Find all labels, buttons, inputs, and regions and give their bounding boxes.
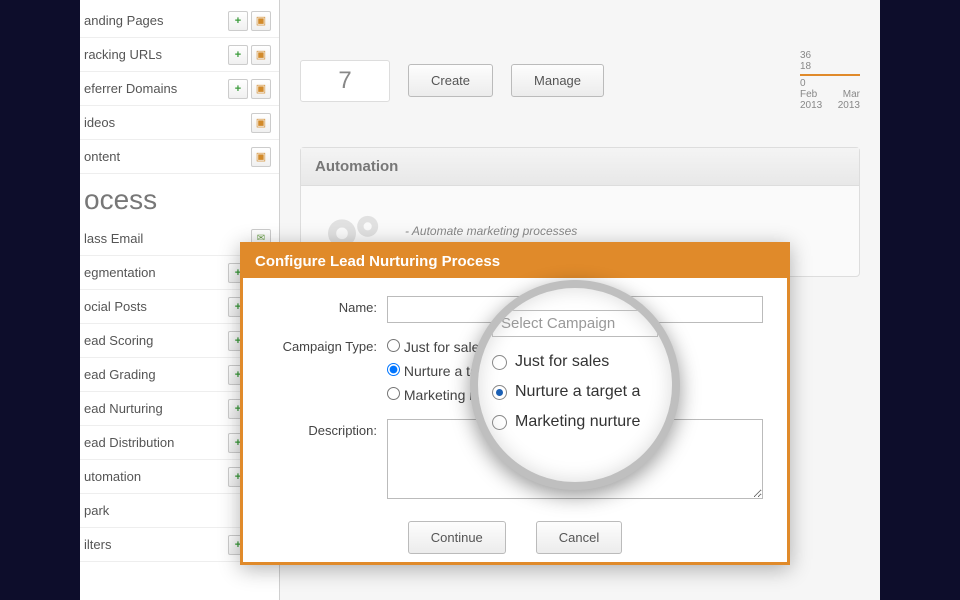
- radio-icon: [492, 355, 507, 370]
- magnifier-overlay: Select Campaign Just for sales Nurture a…: [470, 280, 680, 490]
- radio-label: Marketing nurture: [515, 413, 640, 431]
- campaign-select[interactable]: Select Campaign: [492, 310, 658, 337]
- sidebar-label: utomation: [84, 469, 228, 484]
- radio-icon: [492, 415, 507, 430]
- sidebar-label: eferrer Domains: [84, 81, 228, 96]
- description-label: Description:: [267, 419, 387, 438]
- mini-chart: 36 18 0 Feb Mar 2013 2013: [800, 50, 860, 111]
- radio-label: Just for sales: [515, 353, 609, 371]
- sidebar-label: ead Nurturing: [84, 401, 228, 416]
- sidebar-item-videos[interactable]: ideos ▣: [80, 106, 279, 140]
- cancel-button[interactable]: Cancel: [536, 521, 622, 554]
- sidebar-label: ilters: [84, 537, 228, 552]
- sidebar-label: ocial Posts: [84, 299, 228, 314]
- x-tick: Feb: [800, 89, 817, 100]
- sidebar-item-content[interactable]: ontent ▣: [80, 140, 279, 174]
- x-tick: Mar: [843, 89, 860, 100]
- sidebar-label: ead Distribution: [84, 435, 228, 450]
- sidebar-item-landing-pages[interactable]: anding Pages + ▣: [80, 4, 279, 38]
- sidebar-label: lass Email: [84, 231, 251, 246]
- panel-title: Automation: [301, 148, 859, 186]
- add-icon[interactable]: +: [228, 11, 248, 31]
- add-icon[interactable]: +: [228, 79, 248, 99]
- create-button[interactable]: Create: [408, 64, 493, 97]
- radio-marketing-nurture[interactable]: Marketing nurture: [492, 407, 658, 437]
- radio-icon: [492, 385, 507, 400]
- sidebar-label: ideos: [84, 115, 251, 130]
- sidebar-label: racking URLs: [84, 47, 228, 62]
- sidebar-label: ead Scoring: [84, 333, 228, 348]
- top-row: 7 Create Manage 36 18 0 Feb Mar 2013 2013: [300, 50, 860, 111]
- add-icon[interactable]: +: [228, 45, 248, 65]
- sidebar-item-tracking-urls[interactable]: racking URLs + ▣: [80, 38, 279, 72]
- panel-description: - Automate marketing processes: [405, 224, 577, 238]
- modal-title: Configure Lead Nurturing Process: [243, 245, 787, 278]
- sidebar-label: ead Grading: [84, 367, 228, 382]
- campaign-label: Campaign Type:: [267, 335, 387, 354]
- radio-label: Nurture a target a: [515, 383, 640, 401]
- radio-just-for-sales[interactable]: Just for sales: [492, 347, 658, 377]
- folder-icon[interactable]: ▣: [251, 11, 271, 31]
- count-box: 7: [300, 60, 390, 102]
- continue-button[interactable]: Continue: [408, 521, 506, 554]
- manage-button[interactable]: Manage: [511, 64, 604, 97]
- x-year: 2013: [800, 100, 822, 111]
- y-tick: 36: [800, 50, 811, 61]
- sidebar-label: anding Pages: [84, 13, 228, 28]
- y-tick: 18: [800, 61, 811, 72]
- sidebar-label: ontent: [84, 149, 251, 164]
- sidebar-section-process: ocess: [80, 174, 279, 222]
- folder-icon[interactable]: ▣: [251, 79, 271, 99]
- sidebar-label: egmentation: [84, 265, 228, 280]
- radio-nurture-target[interactable]: Nurture a target a: [492, 377, 658, 407]
- name-label: Name:: [267, 296, 387, 315]
- x-year: 2013: [838, 100, 860, 111]
- y-tick: 0: [800, 78, 806, 89]
- folder-icon[interactable]: ▣: [251, 45, 271, 65]
- sidebar-item-referrer-domains[interactable]: eferrer Domains + ▣: [80, 72, 279, 106]
- folder-icon[interactable]: ▣: [251, 113, 271, 133]
- folder-icon[interactable]: ▣: [251, 147, 271, 167]
- sidebar-label: park: [84, 503, 251, 518]
